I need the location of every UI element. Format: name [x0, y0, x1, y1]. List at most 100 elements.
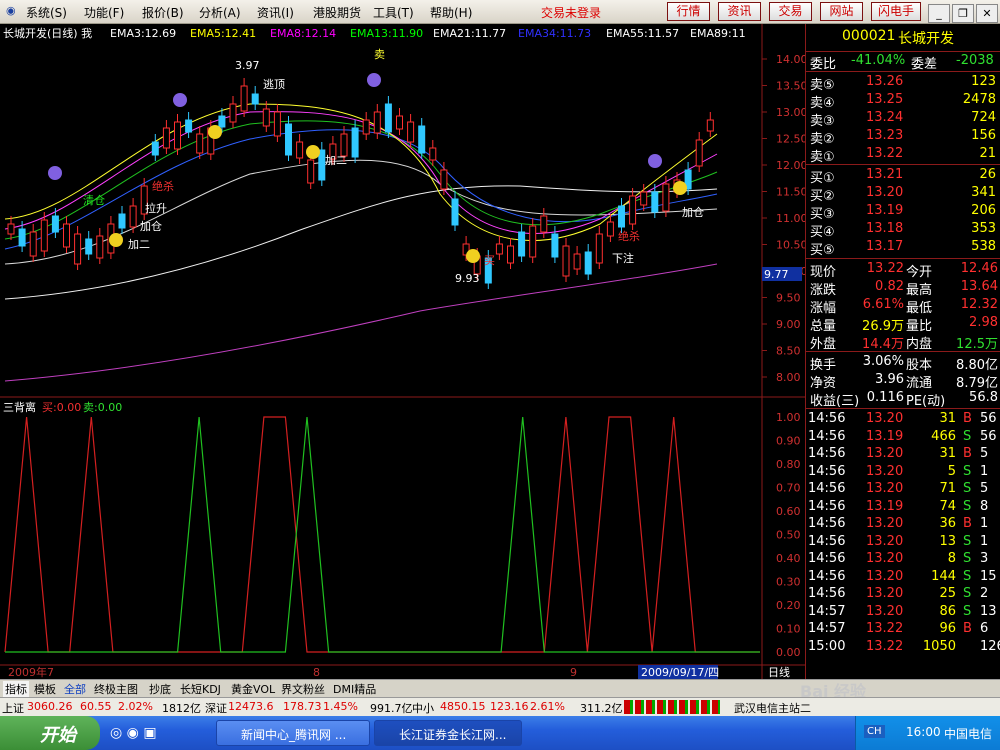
order-label: 买④ — [810, 225, 835, 240]
price-axis: 14.00 13.50 13.00 12.50 12.00 11.50 11.00 10.50… — [762, 53, 805, 384]
stat-value: 8.79亿 — [956, 376, 998, 391]
zx-label: 中小 — [412, 702, 434, 715]
candle-body — [662, 183, 670, 212]
news-button[interactable]: 资讯 — [718, 2, 761, 21]
trade-button[interactable]: 交易 — [769, 2, 812, 21]
stat-value: 26.9万 — [862, 319, 904, 334]
ema-legend-item: EMA21:11.77 — [433, 27, 506, 40]
stock-header: 000021 长城开发 — [806, 28, 1000, 50]
task-news[interactable]: 新闻中心_腾讯网 ... — [216, 720, 370, 746]
stat-value: 8.80亿 — [956, 358, 998, 373]
tick-count: 5 — [980, 481, 989, 496]
tab-fans[interactable]: 界文粉丝 — [281, 681, 325, 697]
sz-index: 12473.6 — [228, 700, 274, 713]
signal-label: 绝杀 — [618, 229, 640, 243]
candlesticks — [7, 78, 714, 289]
candle-body — [151, 141, 159, 156]
stat-row: 收益(三) 0.116 PE(动) 56.8 — [806, 390, 1000, 409]
candle-body — [706, 119, 714, 132]
tick-count: 15 — [980, 568, 997, 584]
menu-info[interactable]: 资讯(I) — [257, 4, 294, 21]
tick-volume: 144 — [931, 568, 956, 584]
menu-system[interactable]: 系统(S) — [26, 4, 67, 21]
tick-volume: 31 — [939, 411, 956, 426]
menu-function[interactable]: 功能(F) — [84, 4, 124, 21]
stat-value: 13.22 — [866, 261, 904, 276]
tick-price: 13.20 — [866, 586, 904, 601]
quote-button[interactable]: 行情 — [667, 2, 710, 21]
tick-time: 15:00 — [808, 638, 846, 654]
price-tick-label: 8.00 — [776, 371, 801, 384]
stat-label: 流通 — [906, 376, 933, 391]
signal-label: 逃顶 — [263, 78, 285, 91]
price-tick-label: 13.00 — [776, 106, 805, 119]
server-name[interactable]: 武汉电信主站二 — [734, 700, 811, 716]
menu-quote[interactable]: 报价(B) — [142, 4, 184, 21]
order-price: 13.25 — [866, 92, 904, 107]
stat-label: 现价 — [810, 265, 837, 280]
candle-body — [418, 125, 426, 154]
candle-body — [240, 85, 248, 112]
date-label: 2009年7 — [8, 665, 54, 679]
minimize-icon[interactable]: _ — [928, 4, 950, 23]
signal-label: 绝杀 — [152, 179, 174, 193]
candle-body — [74, 233, 82, 265]
chart-area[interactable]: 长城开发(日线) 我 EMA3:12.69 EMA5:12.41 EMA8:12.1… — [0, 24, 805, 679]
quick-launch-icons[interactable]: ◎ ◉ ▣ — [110, 725, 157, 741]
tick-row: 14:56 13.20 71 S 5 — [806, 481, 1000, 499]
candle-body — [85, 238, 93, 255]
order-price: 13.23 — [866, 128, 904, 143]
menu-help[interactable]: 帮助(H) — [430, 4, 472, 21]
order-price: 13.17 — [866, 239, 904, 254]
tick-count: 8 — [980, 498, 989, 514]
indicator-axis: 1.00 0.90 0.80 0.70 0.60 0.50 0.40 0.30 0.20 0.10… — [776, 411, 801, 659]
tick-volume: 466 — [931, 428, 956, 444]
menu-tools[interactable]: 工具(T) — [373, 4, 414, 21]
menu-analysis[interactable]: 分析(A) — [199, 4, 241, 21]
tick-price: 13.20 — [866, 551, 904, 566]
tab-vol[interactable]: 黄金VOL — [231, 681, 275, 697]
task-securities[interactable]: 长江证券金长江网... — [374, 720, 522, 746]
window-controls: _ ❐ ✕ — [926, 2, 998, 23]
indicator-series-0 — [4, 416, 760, 653]
tick-count: 6 — [980, 621, 989, 636]
start-button[interactable]: 开始 — [0, 716, 100, 750]
flash-trade-button[interactable]: 闪电手 — [871, 2, 921, 21]
order-volume: 341 — [971, 185, 996, 200]
indicator-tick-label: 0.40 — [776, 552, 801, 565]
stat-label: 总量 — [810, 319, 837, 334]
stat-value: 56.8 — [969, 390, 998, 405]
candle-body — [518, 231, 526, 257]
buy-face-icon — [306, 145, 320, 159]
candle-body — [196, 133, 204, 154]
price-tick-label: 9.50 — [776, 292, 801, 305]
tab-ultimate[interactable]: 终极主图 — [94, 681, 138, 697]
tick-price: 13.20 — [866, 463, 904, 479]
menu-hk-futures[interactable]: 港股期货 — [313, 4, 361, 21]
sell-face-icon — [367, 73, 381, 87]
close-icon[interactable]: ✕ — [976, 4, 998, 23]
kline-chart[interactable]: 长城开发(日线) 我 EMA3:12.69 EMA5:12.41 EMA8:12.1… — [0, 24, 805, 679]
tick-time: 14:57 — [808, 621, 846, 636]
candle-body — [318, 149, 326, 181]
tab-bottom[interactable]: 抄底 — [149, 681, 171, 697]
ema-legend-item: EMA3:12.69 — [110, 27, 176, 40]
tick-count: 126 — [980, 638, 1000, 654]
website-button[interactable]: 网站 — [820, 2, 863, 21]
indicator-tick-label: 1.00 — [776, 411, 801, 424]
tab-template[interactable]: 模板 — [34, 681, 56, 697]
restore-icon[interactable]: ❐ — [952, 4, 974, 23]
label: 委比 — [810, 57, 837, 72]
indicator-tick-label: 0.10 — [776, 623, 801, 636]
ime-indicator[interactable]: CH — [864, 725, 885, 738]
candle-body — [285, 123, 292, 156]
tab-kdj[interactable]: 长短KDJ — [180, 681, 221, 697]
tab-all[interactable]: 全部 — [64, 681, 86, 697]
stat-value: 13.64 — [960, 279, 998, 294]
stock-code: 000021 — [842, 28, 896, 44]
tick-volume: 25 — [939, 586, 956, 601]
tick-count: 3 — [980, 551, 989, 566]
low-label: 9.93 — [455, 272, 480, 285]
tab-dmi[interactable]: DMI精品 — [333, 681, 376, 697]
tab-indicator[interactable]: 指标 — [3, 681, 29, 697]
